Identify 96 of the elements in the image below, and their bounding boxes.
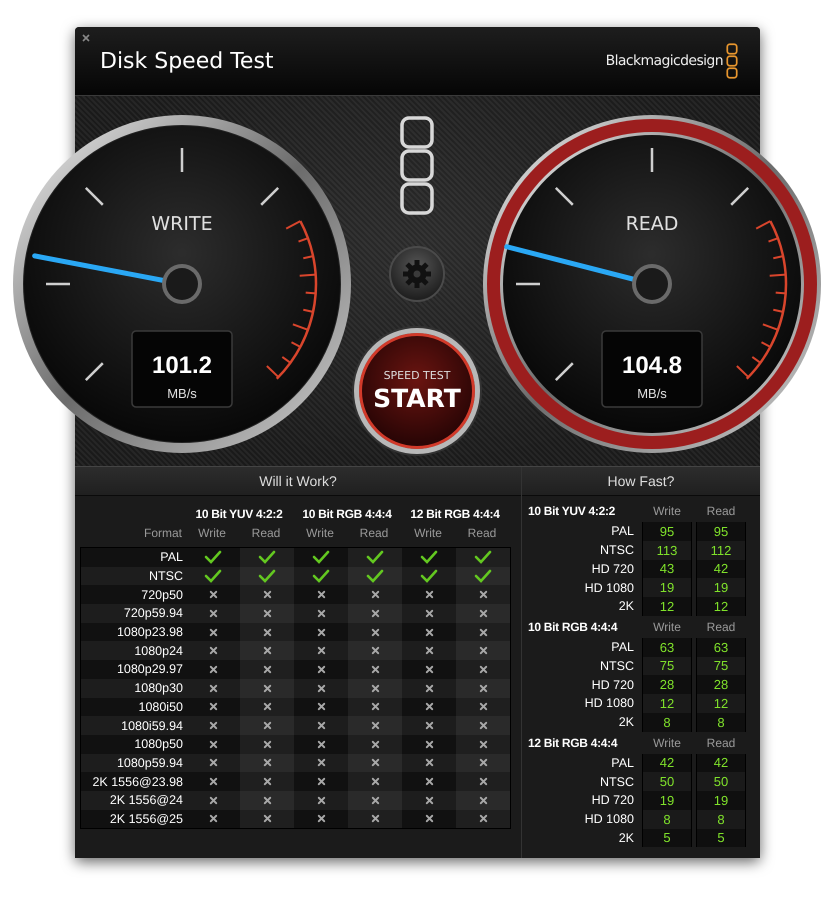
gauge-label: READ [626,213,678,235]
table-cell: 28 [696,675,746,694]
table-cell: 12 [642,694,692,713]
logo-icon [726,41,738,81]
speed-value: 101.2 [152,352,212,379]
table-cell: 50 [696,772,746,791]
format-label: 720p50 [140,588,184,602]
table-cell: 95 [696,522,746,541]
column-heading: Write [652,620,682,634]
format-label: NTSC [598,658,635,673]
table-cell: 50 [642,772,692,791]
table-cell: 42 [696,754,746,772]
table-cell: 75 [642,656,692,676]
table-cell: 8 [696,810,746,828]
needle-hub [632,264,672,304]
start-button[interactable]: SPEED TEST START [354,328,480,454]
section-heading: 10 Bit RGB 4:4:4 [528,620,618,634]
column-heading: Write [652,736,682,750]
format-label: 1080p59.94 [116,756,184,770]
table-cell: 75 [696,656,746,676]
format-label: 2K 1556@23.98 [91,774,184,789]
format-label: HD 720 [590,678,635,692]
format-label: HD 720 [590,562,635,576]
format-label: HD 720 [590,793,635,808]
table-cell: 42 [696,560,746,578]
table-cell: 95 [642,522,692,541]
logo-icon [399,116,435,216]
format-label: PAL [610,524,635,538]
format-label: 2K 1556@24 [108,793,184,808]
format-label: 1080p50 [133,737,184,752]
format-label: 2K 1556@25 [108,812,184,826]
table-cell: 12 [696,597,746,616]
speed-value: 104.8 [622,352,682,379]
table-cell: 19 [696,578,746,597]
table-cell: 19 [696,791,746,810]
column-heading: Read [706,736,736,750]
table-cell: 12 [696,694,746,713]
column-group-heading: 12 Bit RGB 4:4:4 [409,506,501,520]
section-heading: 12 Bit RGB 4:4:4 [528,736,618,750]
format-label: 1080p29.97 [116,662,184,676]
settings-icon [402,259,432,289]
table-cell: 28 [642,675,692,694]
table-cell: 43 [642,560,692,578]
brand-name: Blackmagicdesign [606,53,723,69]
format-label: 720p59.94 [122,606,184,620]
close-icon[interactable] [80,32,92,44]
column-heading: Read [706,620,736,634]
column-heading: Read [706,504,736,518]
window-title: Disk Speed Test [100,48,275,74]
panel-title: Will it Work? [75,467,521,496]
table-cell: 63 [642,638,692,656]
column-group-heading: 10 Bit YUV 4:2:2 [194,506,284,520]
column-group-heading: 10 Bit RGB 4:4:4 [301,506,393,520]
format-label: 2K [618,715,635,730]
table-cell: 113 [642,540,692,560]
column-heading: Write [413,526,443,540]
unit-label: MB/s [637,386,667,401]
table-cell: 12 [642,597,692,616]
format-label: HD 1080 [584,696,635,710]
format-label: PAL [610,756,635,770]
format-label: HD 1080 [584,812,635,826]
table-cell: 8 [696,712,746,732]
table-cell: 19 [642,578,692,597]
format-label: 1080p24 [133,644,184,658]
column-heading: Read [358,526,390,540]
table-cell: 5 [696,828,746,848]
column-heading: Write [652,504,682,518]
table-cell: 63 [696,638,746,656]
format-label: 2K [618,830,635,845]
table-cell: 8 [642,712,692,732]
panel-title: How Fast? [522,467,760,496]
column-heading: Format [142,526,183,540]
format-label: NTSC [148,569,184,584]
section-heading: 10 Bit YUV 4:2:2 [528,504,616,518]
format-label: PAL [610,640,635,654]
format-label: NTSC [598,543,635,558]
unit-label: MB/s [167,386,197,401]
table-cell: 8 [642,810,692,828]
format-label: 1080p23.98 [116,625,184,640]
column-heading: Write [305,526,335,540]
format-label: 1080p30 [133,681,184,696]
table-cell: 42 [642,754,692,772]
needle-hub [162,264,202,304]
format-label: PAL [159,550,184,564]
format-label: 1080i59.94 [120,718,184,733]
column-heading: Read [250,526,282,540]
table-cell: 5 [642,828,692,848]
format-label: NTSC [598,774,635,789]
column-heading: Read [466,526,498,540]
format-label: 1080i50 [138,700,184,714]
gauge-label: WRITE [151,213,213,235]
column-heading: Write [197,526,227,540]
table-cell: 112 [696,540,746,560]
format-label: HD 1080 [584,580,635,595]
format-label: 2K [618,599,635,614]
table-cell: 19 [642,791,692,810]
